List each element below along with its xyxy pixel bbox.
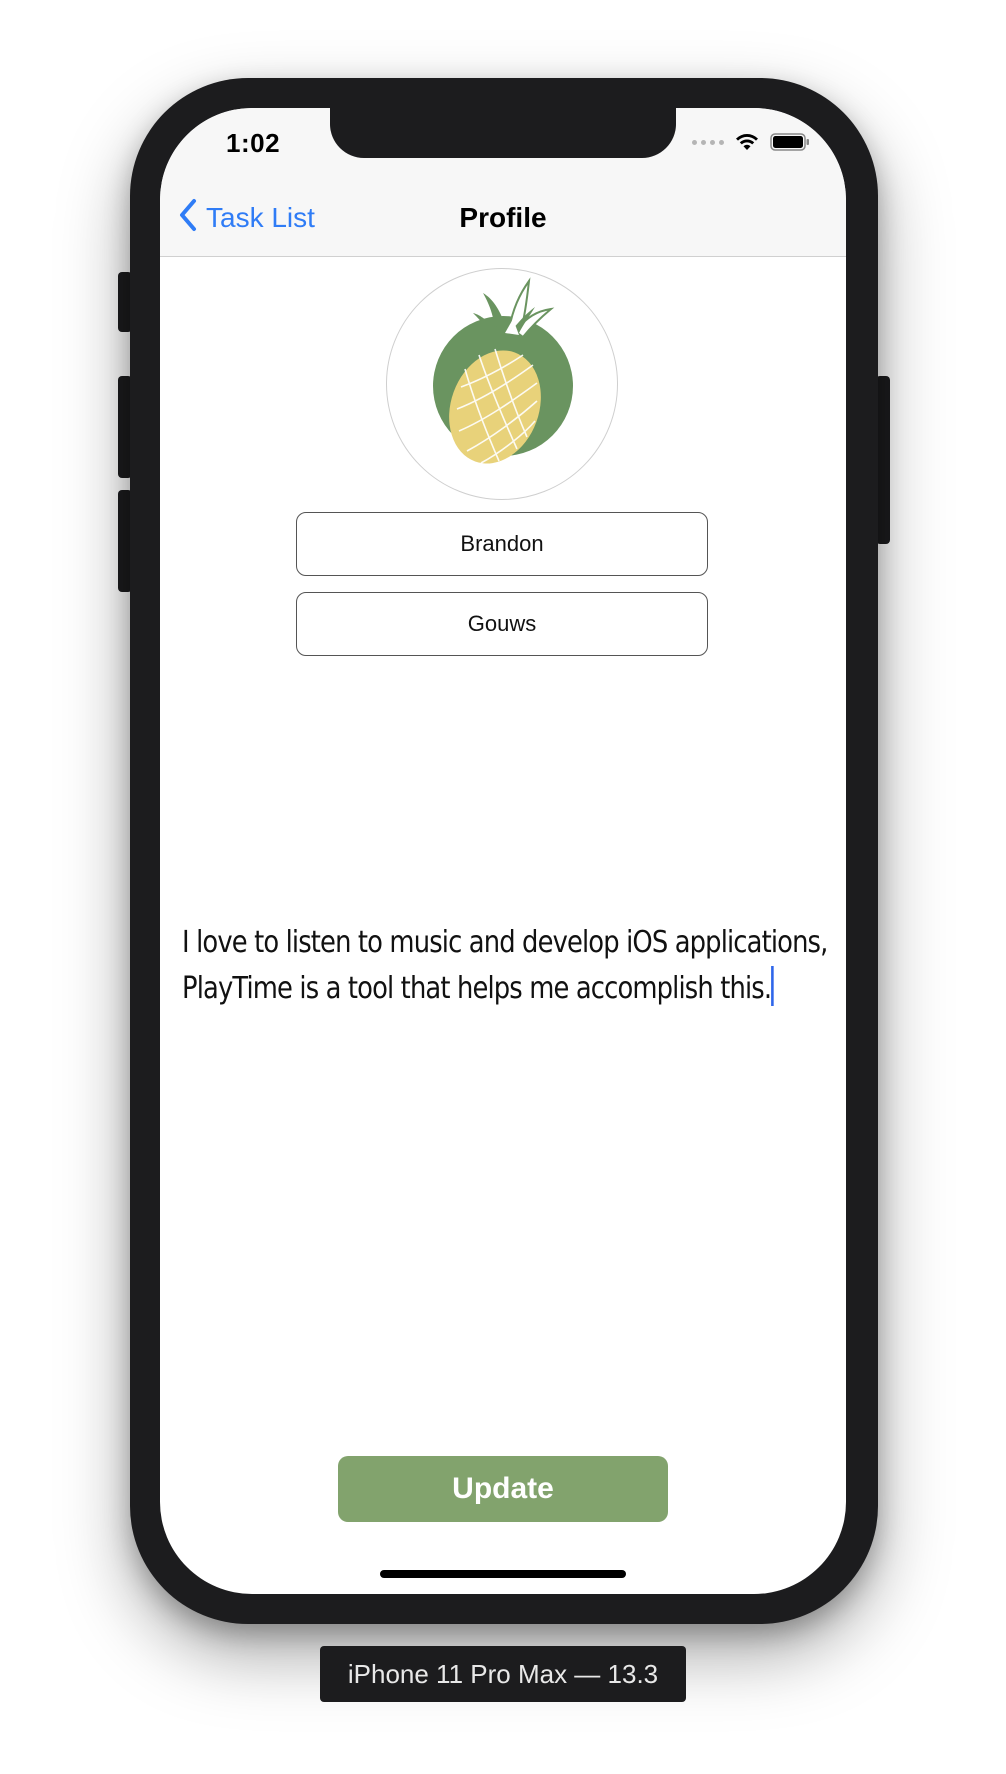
battery-icon bbox=[770, 132, 810, 152]
pineapple-icon bbox=[433, 277, 573, 464]
bio-line-2: PlayTime is a tool that helps me accompl… bbox=[182, 966, 832, 1012]
page-title: Profile bbox=[459, 202, 547, 233]
power-button bbox=[876, 376, 890, 544]
text-cursor bbox=[771, 966, 774, 1006]
home-indicator[interactable] bbox=[380, 1570, 626, 1578]
last-name-field[interactable] bbox=[296, 592, 708, 656]
signal-dots-icon bbox=[692, 139, 724, 145]
wifi-icon bbox=[734, 132, 760, 152]
bio-line-1: I love to listen to music and develop iO… bbox=[182, 925, 828, 960]
update-button[interactable]: Update bbox=[338, 1456, 668, 1522]
simulator-device-label: iPhone 11 Pro Max — 13.3 bbox=[320, 1646, 686, 1702]
avatar[interactable] bbox=[386, 268, 618, 500]
simulator-stage: 1:02 Task List Profile Brandon Gouws I l… bbox=[0, 0, 1006, 1774]
notch bbox=[330, 108, 676, 158]
status-time: 1:02 bbox=[226, 128, 281, 158]
bio-text-view[interactable]: I love to listen to music and develop iO… bbox=[182, 920, 828, 1012]
first-name-field[interactable] bbox=[296, 512, 708, 576]
phone-screen: 1:02 Task List Profile Brandon Gouws I l… bbox=[160, 108, 846, 1594]
status-icons bbox=[692, 132, 810, 152]
bio-line-2-text: PlayTime is a tool that helps me accompl… bbox=[182, 971, 772, 1006]
